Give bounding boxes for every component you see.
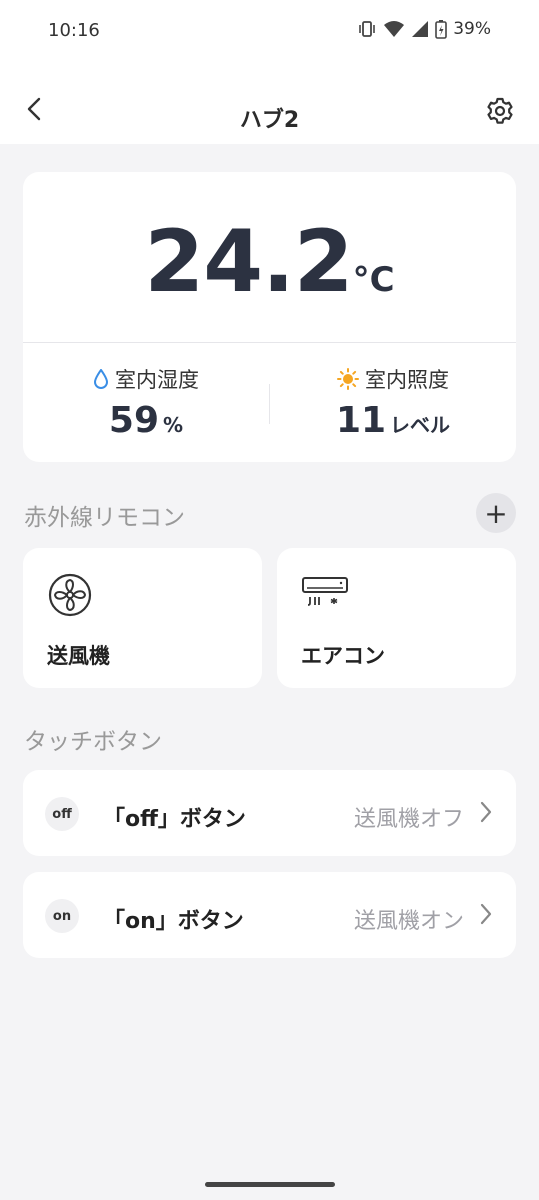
app-bar: ハブ2 [0,62,539,144]
plus-icon: + [484,496,508,530]
humidity-metric: 室内湿度 59% [23,364,269,441]
remote-card-air-conditioner[interactable]: エアコン [277,548,516,688]
divider [23,342,516,343]
illuminance-unit: レベル [390,413,451,437]
vibrate-icon [359,21,376,37]
touch-button-action: 送風機オン [353,909,464,934]
remote-card-fan[interactable]: 送風機 [23,548,262,688]
chevron-right-icon [480,801,492,823]
humidity-label: 室内湿度 [115,368,199,392]
temperature-unit: °C [352,260,395,300]
air-conditioner-icon [302,577,348,606]
status-time: 10:16 [48,20,100,41]
touch-buttons-section-title: タッチボタン [24,729,162,755]
add-remote-button[interactable]: + [476,493,516,533]
off-badge-icon: off [45,797,79,831]
touch-button-name: 「off」ボタン [103,807,246,832]
on-badge-icon: on [45,899,79,933]
chevron-right-icon [480,903,492,925]
remote-label-air-conditioner: エアコン [301,644,385,668]
ir-remote-section-title: 赤外線リモコン [24,505,185,531]
illuminance-value: 11 [335,400,387,441]
water-drop-icon [93,369,109,389]
settings-button[interactable] [485,96,515,126]
remote-label-fan: 送風機 [47,644,110,668]
status-icons: 39% [357,19,491,39]
temperature-display: 24.2°C [23,212,516,312]
gear-icon [487,97,513,124]
signal-icon [412,21,429,37]
temperature-value: 24.2 [144,212,353,312]
home-gesture-handle[interactable] [205,1182,335,1187]
battery-percent: 39% [453,19,491,39]
page-title: ハブ2 [239,108,300,133]
humidity-unit: % [163,413,184,437]
illuminance-label: 室内照度 [365,368,449,392]
wifi-icon [384,21,405,37]
fan-icon [48,573,92,617]
illuminance-metric: 室内照度 11 レベル [270,364,516,441]
touch-button-on[interactable]: on 「on」ボタン 送風機オン [23,872,516,958]
sun-icon [337,368,359,390]
touch-button-off[interactable]: off 「off」ボタン 送風機オフ [23,770,516,856]
sensor-card: 24.2°C 室内湿度 59% 室内照度 11 レベル [23,172,516,462]
system-nav-bar [0,1170,539,1200]
battery-icon [435,20,448,39]
status-bar: 10:16 39% [0,0,539,62]
touch-button-action: 送風機オフ [353,807,464,832]
touch-button-name: 「on」ボタン [103,909,244,934]
humidity-value: 59 [108,400,160,441]
